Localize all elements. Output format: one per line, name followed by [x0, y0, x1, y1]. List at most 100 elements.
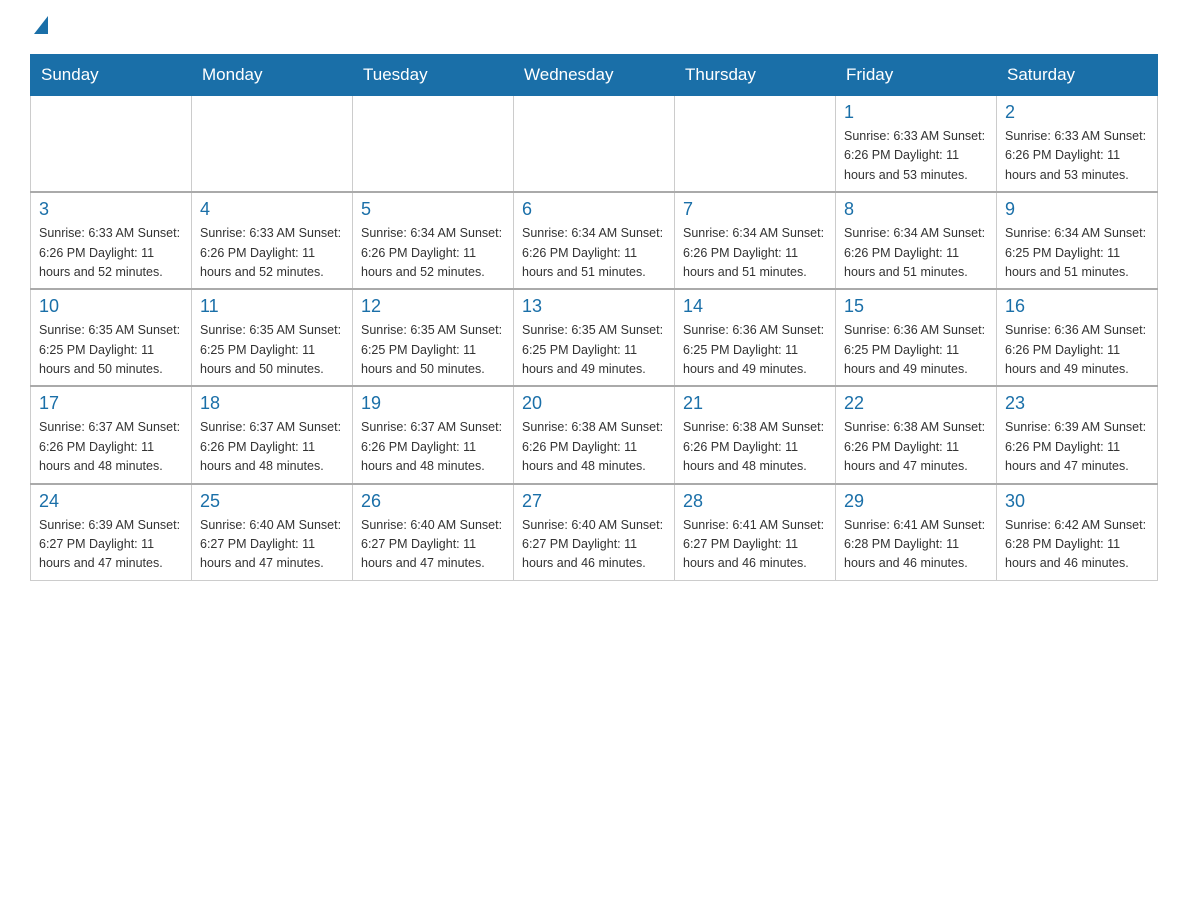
calendar-cell: 4 Sunrise: 6:33 AM Sunset: 6:26 PM Daylig… — [192, 192, 353, 289]
day-of-week-header: Friday — [836, 55, 997, 96]
day-number: 19 — [361, 393, 505, 414]
day-number: 16 — [1005, 296, 1149, 317]
day-number: 22 — [844, 393, 988, 414]
day-number: 6 — [522, 199, 666, 220]
day-number: 18 — [200, 393, 344, 414]
calendar-week-row: 10 Sunrise: 6:35 AM Sunset: 6:25 PM Dayli… — [31, 289, 1158, 386]
day-number: 7 — [683, 199, 827, 220]
day-number: 1 — [844, 102, 988, 123]
day-info: Sunrise: 6:39 AM Sunset: 6:26 PM Dayligh… — [1005, 418, 1149, 476]
calendar-cell: 17Sunrise: 6:37 AM Sunset: 6:26 PM Dayli… — [31, 386, 192, 483]
day-number: 15 — [844, 296, 988, 317]
calendar-cell — [675, 96, 836, 193]
calendar-cell: 24 Sunrise: 6:39 AM Sunset: 6:27 PM Dayli… — [31, 484, 192, 581]
calendar-cell — [353, 96, 514, 193]
calendar-cell: 22 Sunrise: 6:38 AM Sunset: 6:26 PM Dayli… — [836, 386, 997, 483]
day-info: Sunrise: 6:33 AM Sunset: 6:26 PM Dayligh… — [39, 224, 183, 282]
calendar-cell: 27 Sunrise: 6:40 AM Sunset: 6:27 PM Dayli… — [514, 484, 675, 581]
day-number: 28 — [683, 491, 827, 512]
day-info: Sunrise: 6:35 AM Sunset: 6:25 PM Dayligh… — [39, 321, 183, 379]
day-number: 23 — [1005, 393, 1149, 414]
calendar-cell: 28 Sunrise: 6:41 AM Sunset: 6:27 PM Dayli… — [675, 484, 836, 581]
day-number: 12 — [361, 296, 505, 317]
day-number: 26 — [361, 491, 505, 512]
day-info: Sunrise: 6:38 AM Sunset: 6:26 PM Dayligh… — [522, 418, 666, 476]
day-number: 9 — [1005, 199, 1149, 220]
calendar-cell: 23 Sunrise: 6:39 AM Sunset: 6:26 PM Dayli… — [997, 386, 1158, 483]
day-info: Sunrise: 6:34 AM Sunset: 6:25 PM Dayligh… — [1005, 224, 1149, 282]
calendar-cell: 10 Sunrise: 6:35 AM Sunset: 6:25 PM Dayli… — [31, 289, 192, 386]
calendar-cell: 21Sunrise: 6:38 AM Sunset: 6:26 PM Dayli… — [675, 386, 836, 483]
day-number: 11 — [200, 296, 344, 317]
calendar-week-row: 3Sunrise: 6:33 AM Sunset: 6:26 PM Daylig… — [31, 192, 1158, 289]
day-info: Sunrise: 6:36 AM Sunset: 6:25 PM Dayligh… — [683, 321, 827, 379]
day-info: Sunrise: 6:37 AM Sunset: 6:26 PM Dayligh… — [361, 418, 505, 476]
day-of-week-header: Tuesday — [353, 55, 514, 96]
day-info: Sunrise: 6:41 AM Sunset: 6:27 PM Dayligh… — [683, 516, 827, 574]
day-info: Sunrise: 6:40 AM Sunset: 6:27 PM Dayligh… — [361, 516, 505, 574]
day-number: 25 — [200, 491, 344, 512]
calendar-cell: 20 Sunrise: 6:38 AM Sunset: 6:26 PM Dayli… — [514, 386, 675, 483]
day-info: Sunrise: 6:33 AM Sunset: 6:26 PM Dayligh… — [844, 127, 988, 185]
day-info: Sunrise: 6:33 AM Sunset: 6:26 PM Dayligh… — [200, 224, 344, 282]
day-info: Sunrise: 6:36 AM Sunset: 6:26 PM Dayligh… — [1005, 321, 1149, 379]
page-header — [30, 20, 1158, 34]
day-info: Sunrise: 6:40 AM Sunset: 6:27 PM Dayligh… — [200, 516, 344, 574]
calendar-cell — [514, 96, 675, 193]
calendar-cell: 16 Sunrise: 6:36 AM Sunset: 6:26 PM Dayli… — [997, 289, 1158, 386]
calendar-cell: 2 Sunrise: 6:33 AM Sunset: 6:26 PM Daylig… — [997, 96, 1158, 193]
calendar-cell: 7 Sunrise: 6:34 AM Sunset: 6:26 PM Daylig… — [675, 192, 836, 289]
day-info: Sunrise: 6:34 AM Sunset: 6:26 PM Dayligh… — [844, 224, 988, 282]
calendar-cell: 30 Sunrise: 6:42 AM Sunset: 6:28 PM Dayli… — [997, 484, 1158, 581]
day-number: 20 — [522, 393, 666, 414]
calendar-week-row: 24 Sunrise: 6:39 AM Sunset: 6:27 PM Dayli… — [31, 484, 1158, 581]
calendar-cell: 25 Sunrise: 6:40 AM Sunset: 6:27 PM Dayli… — [192, 484, 353, 581]
day-number: 8 — [844, 199, 988, 220]
day-of-week-header: Saturday — [997, 55, 1158, 96]
logo-triangle-icon — [34, 16, 48, 34]
day-info: Sunrise: 6:34 AM Sunset: 6:26 PM Dayligh… — [361, 224, 505, 282]
calendar-cell — [31, 96, 192, 193]
calendar-cell: 12 Sunrise: 6:35 AM Sunset: 6:25 PM Dayli… — [353, 289, 514, 386]
day-number: 14 — [683, 296, 827, 317]
day-number: 24 — [39, 491, 183, 512]
day-of-week-header: Wednesday — [514, 55, 675, 96]
calendar-cell: 1 Sunrise: 6:33 AM Sunset: 6:26 PM Daylig… — [836, 96, 997, 193]
day-info: Sunrise: 6:37 AM Sunset: 6:26 PM Dayligh… — [39, 418, 183, 476]
calendar-week-row: 1 Sunrise: 6:33 AM Sunset: 6:26 PM Daylig… — [31, 96, 1158, 193]
day-info: Sunrise: 6:34 AM Sunset: 6:26 PM Dayligh… — [522, 224, 666, 282]
calendar-cell: 18Sunrise: 6:37 AM Sunset: 6:26 PM Dayli… — [192, 386, 353, 483]
day-info: Sunrise: 6:41 AM Sunset: 6:28 PM Dayligh… — [844, 516, 988, 574]
day-of-week-header: Thursday — [675, 55, 836, 96]
day-number: 27 — [522, 491, 666, 512]
calendar-cell: 3Sunrise: 6:33 AM Sunset: 6:26 PM Daylig… — [31, 192, 192, 289]
day-info: Sunrise: 6:40 AM Sunset: 6:27 PM Dayligh… — [522, 516, 666, 574]
calendar-cell: 8 Sunrise: 6:34 AM Sunset: 6:26 PM Daylig… — [836, 192, 997, 289]
day-of-week-header: Sunday — [31, 55, 192, 96]
day-info: Sunrise: 6:38 AM Sunset: 6:26 PM Dayligh… — [844, 418, 988, 476]
calendar-week-row: 17Sunrise: 6:37 AM Sunset: 6:26 PM Dayli… — [31, 386, 1158, 483]
day-info: Sunrise: 6:35 AM Sunset: 6:25 PM Dayligh… — [361, 321, 505, 379]
day-of-week-header: Monday — [192, 55, 353, 96]
calendar-cell: 11 Sunrise: 6:35 AM Sunset: 6:25 PM Dayli… — [192, 289, 353, 386]
day-info: Sunrise: 6:42 AM Sunset: 6:28 PM Dayligh… — [1005, 516, 1149, 574]
calendar-cell: 19 Sunrise: 6:37 AM Sunset: 6:26 PM Dayli… — [353, 386, 514, 483]
day-info: Sunrise: 6:33 AM Sunset: 6:26 PM Dayligh… — [1005, 127, 1149, 185]
day-number: 4 — [200, 199, 344, 220]
day-info: Sunrise: 6:34 AM Sunset: 6:26 PM Dayligh… — [683, 224, 827, 282]
day-number: 2 — [1005, 102, 1149, 123]
day-number: 30 — [1005, 491, 1149, 512]
day-info: Sunrise: 6:39 AM Sunset: 6:27 PM Dayligh… — [39, 516, 183, 574]
day-info: Sunrise: 6:35 AM Sunset: 6:25 PM Dayligh… — [200, 321, 344, 379]
calendar-cell: 26 Sunrise: 6:40 AM Sunset: 6:27 PM Dayli… — [353, 484, 514, 581]
day-number: 13 — [522, 296, 666, 317]
calendar-cell: 29Sunrise: 6:41 AM Sunset: 6:28 PM Dayli… — [836, 484, 997, 581]
day-info: Sunrise: 6:36 AM Sunset: 6:25 PM Dayligh… — [844, 321, 988, 379]
day-number: 10 — [39, 296, 183, 317]
day-info: Sunrise: 6:38 AM Sunset: 6:26 PM Dayligh… — [683, 418, 827, 476]
calendar-cell: 6 Sunrise: 6:34 AM Sunset: 6:26 PM Daylig… — [514, 192, 675, 289]
calendar-cell — [192, 96, 353, 193]
calendar-cell: 14 Sunrise: 6:36 AM Sunset: 6:25 PM Dayli… — [675, 289, 836, 386]
calendar-table: SundayMondayTuesdayWednesdayThursdayFrid… — [30, 54, 1158, 581]
calendar-cell: 15 Sunrise: 6:36 AM Sunset: 6:25 PM Dayli… — [836, 289, 997, 386]
